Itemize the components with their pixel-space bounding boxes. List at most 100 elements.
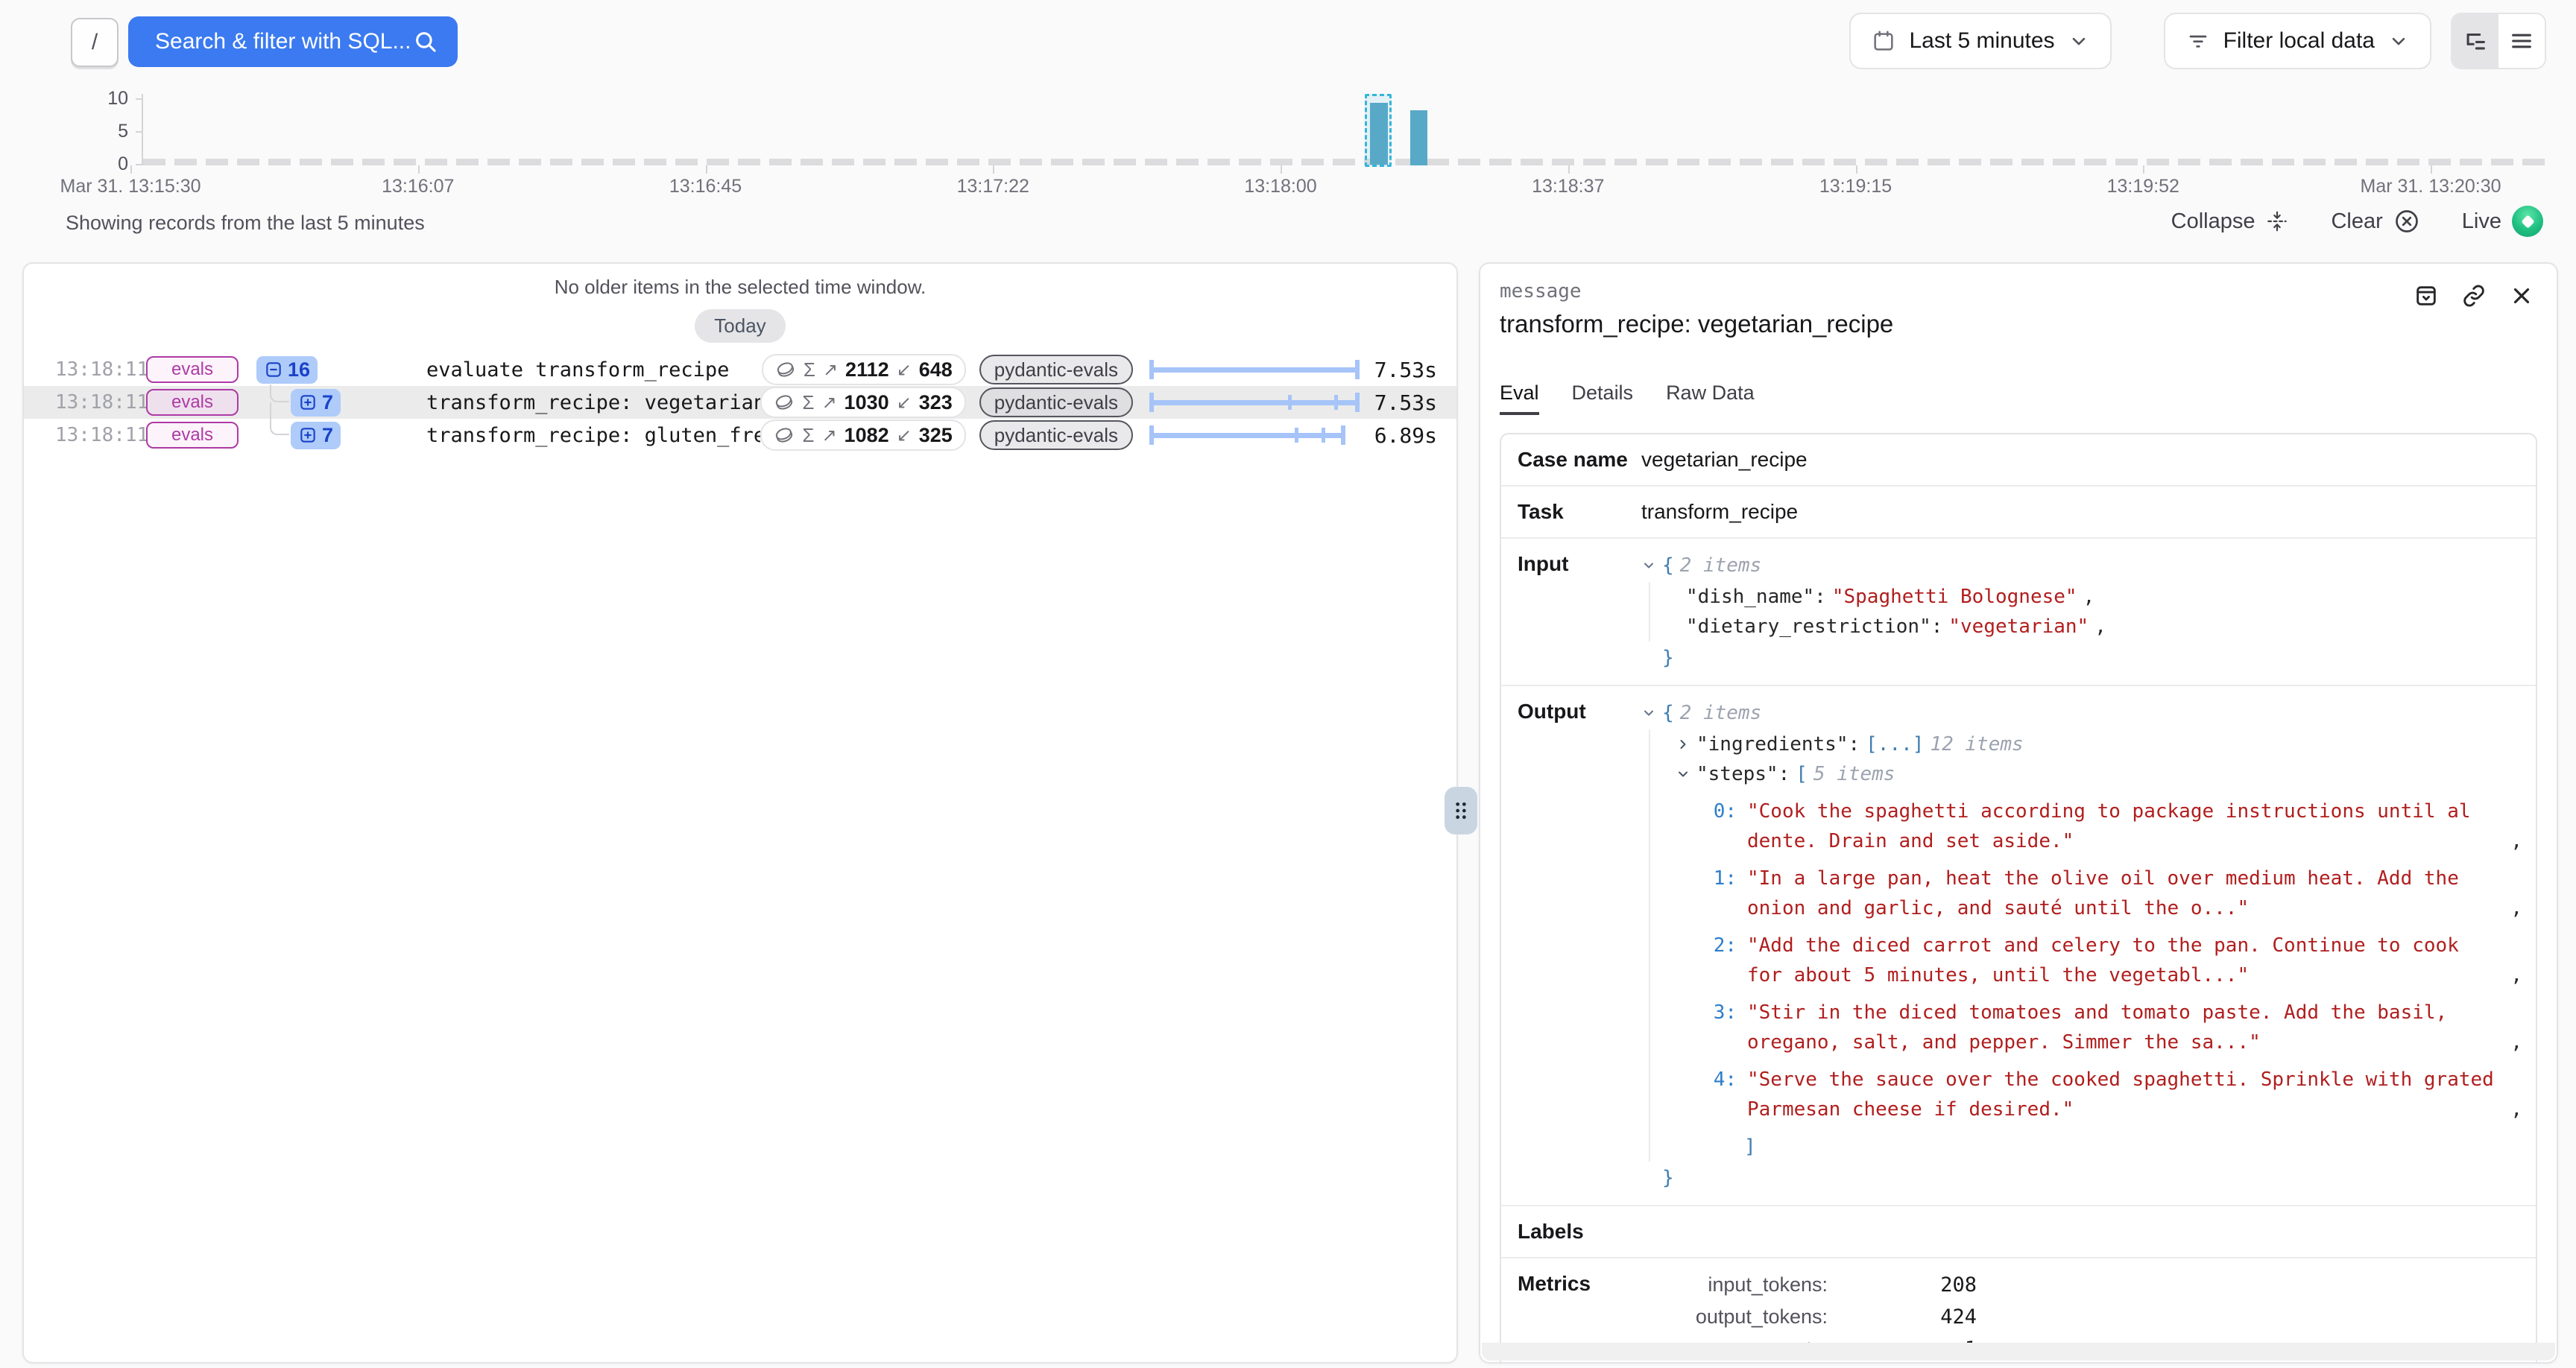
clear-button[interactable]: Clear bbox=[2331, 208, 2419, 235]
json-open-bracket: [ bbox=[1796, 759, 1808, 789]
output-row: Output { 2 items "ingredient bbox=[1501, 686, 2536, 1206]
json-key: "ingredients": bbox=[1696, 729, 1860, 759]
dock-panel-icon[interactable] bbox=[2414, 283, 2439, 308]
x-axis-label: Mar 31. 13:20:30 bbox=[2360, 176, 2501, 197]
json-array-item: 2: "Add the diced carrot and celery to t… bbox=[1695, 931, 2522, 990]
timeline-chart[interactable]: 10 5 0 Mar 31. 13:15:30 13:16:07 13:16:4… bbox=[0, 88, 2576, 200]
collapse-icon bbox=[2265, 209, 2289, 233]
time-range-button[interactable]: Last 5 minutes bbox=[1849, 13, 2111, 69]
json-comma: , bbox=[2510, 893, 2522, 923]
span-count: 7 bbox=[322, 391, 333, 414]
minus-square-icon bbox=[264, 360, 283, 379]
x-axis-label: 13:18:37 bbox=[1532, 176, 1604, 197]
duration-text: 7.53s bbox=[1360, 390, 1437, 415]
search-input[interactable]: Search & filter with SQL... bbox=[128, 16, 458, 67]
token-usage-badge[interactable]: Σ ↗2112 ↙648 bbox=[762, 354, 966, 385]
chevron-down-icon[interactable] bbox=[1641, 706, 1656, 721]
plus-square-icon bbox=[298, 425, 318, 445]
framework-tag[interactable]: pydantic-evals bbox=[979, 387, 1133, 417]
chart-baseline bbox=[143, 159, 2549, 165]
chevron-down-icon[interactable] bbox=[1676, 767, 1690, 782]
chevron-down-icon[interactable] bbox=[1641, 558, 1656, 573]
coin-icon bbox=[774, 392, 795, 413]
case-name-label: Case name bbox=[1501, 434, 1641, 485]
json-steps-list: 0: "Cook the spaghetti according to pack… bbox=[1680, 797, 2522, 1162]
main-area: No older items in the selected time wind… bbox=[0, 262, 2576, 1364]
day-divider-pill[interactable]: Today bbox=[695, 309, 785, 343]
input-tokens-arrow-icon: ↗ bbox=[821, 425, 836, 446]
status-bar: Showing records from the last 5 minutes … bbox=[0, 203, 2576, 247]
span-name[interactable]: evaluate transform_recipe bbox=[426, 358, 762, 381]
service-tag[interactable]: evals bbox=[146, 389, 239, 416]
tree-view-toggle[interactable] bbox=[2452, 14, 2498, 68]
token-usage-badge[interactable]: Σ ↗1030 ↙323 bbox=[760, 387, 965, 418]
json-array-item: 4: "Serve the sauce over the cooked spag… bbox=[1695, 1065, 2522, 1124]
horizontal-scrollbar[interactable] bbox=[1482, 1343, 2555, 1361]
x-axis-label: 13:19:52 bbox=[2107, 176, 2179, 197]
copy-link-icon[interactable] bbox=[2461, 283, 2487, 308]
eval-detail-table: Case name vegetarian_recipe Task transfo… bbox=[1500, 433, 2537, 1364]
input-tokens-count: 1030 bbox=[845, 391, 889, 414]
json-key: "dietary_restriction": bbox=[1686, 612, 1942, 642]
tab-raw-data[interactable]: Raw Data bbox=[1666, 381, 1755, 414]
selected-bar-highlight[interactable] bbox=[1365, 94, 1392, 167]
json-key: "steps": bbox=[1696, 759, 1790, 789]
live-label: Live bbox=[2462, 209, 2501, 234]
x-axis-ticks bbox=[130, 165, 2431, 174]
coin-icon bbox=[774, 425, 795, 446]
labels-label: Labels bbox=[1501, 1206, 1641, 1257]
panel-kind-label: message bbox=[1500, 280, 2537, 303]
json-string-value: "Serve the sauce over the cooked spaghet… bbox=[1747, 1065, 2503, 1124]
json-open-brace: { bbox=[1662, 551, 1674, 580]
metric-item: input_tokens: 208 bbox=[1641, 1273, 1977, 1296]
json-collapsed-summary: [...] bbox=[1866, 729, 1924, 759]
collapse-button[interactable]: Collapse bbox=[2171, 209, 2290, 234]
input-row: Input { 2 items "dish_name": bbox=[1501, 539, 2536, 686]
expand-span-badge[interactable]: 7 bbox=[291, 422, 341, 449]
close-icon[interactable] bbox=[2509, 283, 2534, 308]
chevron-right-icon[interactable] bbox=[1676, 737, 1690, 752]
output-tokens-arrow-icon: ↙ bbox=[897, 359, 912, 381]
duration-bar bbox=[1149, 425, 1360, 445]
trace-rows: 13:18:11 evals 16 evaluate transform_rec… bbox=[24, 353, 1456, 452]
framework-tag[interactable]: pydantic-evals bbox=[979, 420, 1133, 450]
panel-resize-handle[interactable] bbox=[1445, 787, 1477, 835]
token-usage-badge[interactable]: Σ ↗1082 ↙325 bbox=[760, 419, 965, 451]
histogram-bar[interactable] bbox=[1410, 110, 1427, 165]
collapse-span-badge[interactable]: 16 bbox=[256, 356, 318, 384]
showing-records-text: Showing records from the last 5 minutes bbox=[66, 212, 425, 235]
live-toggle-button[interactable]: Live bbox=[2462, 206, 2543, 237]
service-tag[interactable]: evals bbox=[146, 356, 239, 383]
tab-eval[interactable]: Eval bbox=[1500, 381, 1539, 414]
json-expanded-array: "steps": [ 5 items bbox=[1676, 759, 2522, 789]
span-name[interactable]: transform_recipe: gluten_free_recipe bbox=[426, 424, 760, 447]
json-array-item: 0: "Cook the spaghetti according to pack… bbox=[1695, 797, 2522, 856]
input-tokens-arrow-icon: ↗ bbox=[823, 359, 838, 381]
expand-span-badge[interactable]: 7 bbox=[291, 389, 341, 417]
details-tabs: Eval Details Raw Data bbox=[1500, 381, 2537, 414]
framework-tag[interactable]: pydantic-evals bbox=[979, 355, 1133, 384]
tab-details[interactable]: Details bbox=[1572, 381, 1634, 414]
table-row[interactable]: 13:18:11 evals 7 transform_recipe: glute… bbox=[24, 419, 1456, 452]
input-json-tree[interactable]: { 2 items "dish_name": "Spaghetti Bologn… bbox=[1641, 551, 2522, 673]
output-tokens-arrow-icon: ↙ bbox=[897, 392, 912, 414]
chart-plot-area[interactable] bbox=[142, 94, 2549, 165]
collapse-label: Collapse bbox=[2171, 209, 2255, 234]
filter-local-data-button[interactable]: Filter local data bbox=[2164, 13, 2431, 69]
metric-value: 424 bbox=[1828, 1305, 1977, 1329]
histogram-bar[interactable] bbox=[1370, 103, 1388, 165]
json-string-value: "Cook the spaghetti according to package… bbox=[1747, 797, 2503, 856]
y-axis-tick: 5 bbox=[60, 121, 128, 142]
metric-key: input_tokens: bbox=[1641, 1273, 1828, 1296]
json-string-value: "vegetarian" bbox=[1948, 612, 2089, 642]
table-row-selected[interactable]: 13:18:11 evals 7 transform_recipe: veget… bbox=[24, 386, 1456, 419]
list-view-toggle[interactable] bbox=[2498, 14, 2545, 68]
table-row[interactable]: 13:18:11 evals 16 evaluate transform_rec… bbox=[24, 353, 1456, 386]
json-comma: , bbox=[2510, 1095, 2522, 1124]
service-tag[interactable]: evals bbox=[146, 422, 239, 449]
output-json-tree[interactable]: { 2 items "ingredients": [...] 12 items bbox=[1641, 698, 2522, 1193]
json-index: 3: bbox=[1695, 998, 1737, 1057]
span-name[interactable]: transform_recipe: vegetarian_recipe bbox=[426, 391, 760, 414]
json-index: 2: bbox=[1695, 931, 1737, 990]
json-index: 1: bbox=[1695, 864, 1737, 923]
